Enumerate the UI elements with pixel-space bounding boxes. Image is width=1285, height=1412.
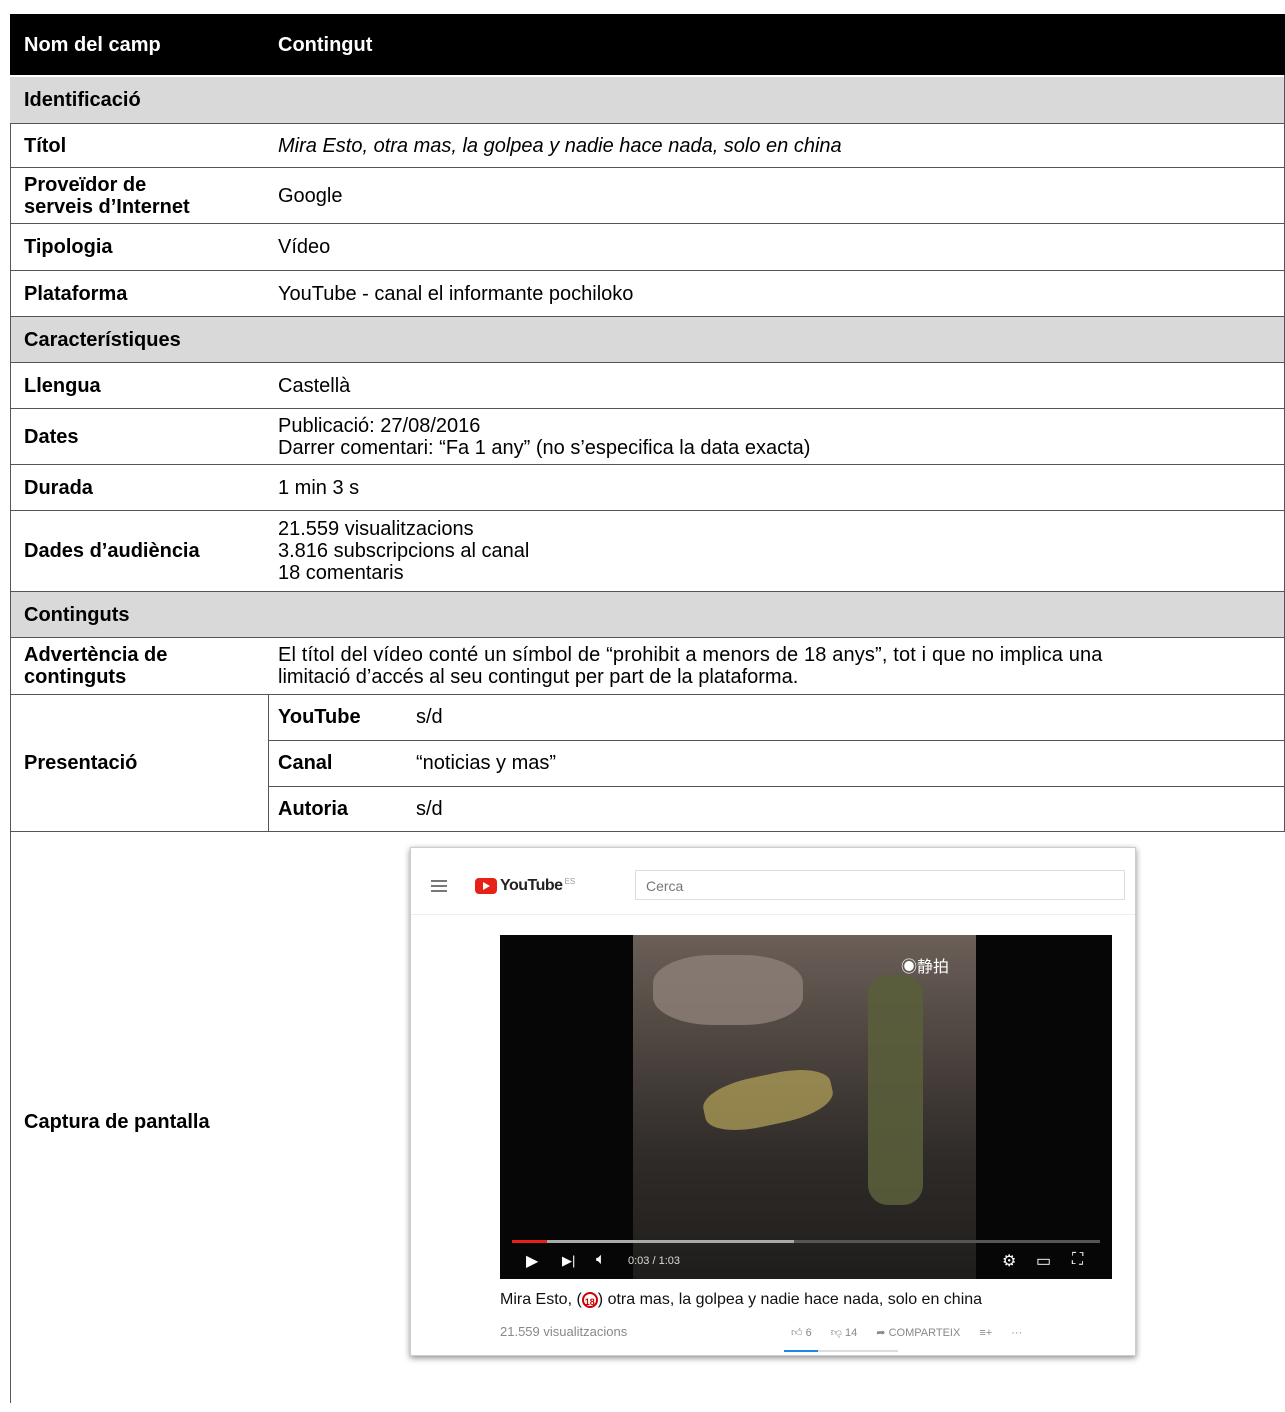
- like-ratio-bar: [784, 1350, 898, 1352]
- section-title: Característiques: [24, 328, 181, 351]
- presentacio-sub-youtube: YouTube s/d: [10, 695, 1285, 740]
- section-caracteristiques: Característiques: [10, 317, 1285, 362]
- video-player[interactable]: ◉静拍 ▶ ▶| 🔈︎ 0:03 / 1:03 ⚙ ▭ ⛶: [500, 935, 1112, 1279]
- field-label: Advertència de continguts: [10, 638, 268, 694]
- play-icon[interactable]: ▶: [526, 1251, 538, 1271]
- view-count: 21.559 visualitzacions: [500, 1324, 628, 1339]
- field-value: 1 min 3 s: [278, 476, 360, 499]
- row-plataforma: Plataforma YouTube - canal el informante…: [10, 271, 1285, 316]
- field-label: Dates: [24, 425, 79, 448]
- field-label-line: serveis d’Internet: [24, 195, 190, 218]
- sub-value: “noticias y mas”: [416, 752, 557, 774]
- logo-text: YouTube: [500, 877, 563, 894]
- table-header: Nom del camp Contingut: [10, 14, 1285, 75]
- time-display: 0:03 / 1:03: [628, 1255, 680, 1267]
- search-input[interactable]: Cerca: [635, 870, 1125, 900]
- age-restriction-icon: 18: [581, 1291, 598, 1308]
- sub-key: Autoria: [278, 797, 348, 820]
- section-identificacio: Identificació: [10, 77, 1285, 123]
- next-icon[interactable]: ▶|: [562, 1253, 575, 1269]
- section-title: Identificació: [24, 89, 141, 111]
- video-actions: 👍︎ 6 👎︎ 14 ➦ COMPARTEIX ≡+ ···: [791, 1326, 1038, 1339]
- video-title-start: Mira Esto, (: [500, 1291, 582, 1308]
- field-value-line: limitació d’accés al seu contingut per p…: [278, 666, 799, 688]
- sub-key: Canal: [278, 752, 333, 774]
- field-label: Plataforma: [24, 282, 128, 305]
- thumbs-down-icon[interactable]: 👎︎ 14: [831, 1327, 857, 1339]
- logo-region: ES: [564, 877, 576, 886]
- field-value: 21.559 visualitzacions 3.816 subscripcio…: [268, 511, 1285, 591]
- field-value-line: 21.559 visualitzacions: [278, 518, 474, 540]
- sub-value: s/d: [416, 797, 443, 820]
- progress-played: [512, 1240, 548, 1243]
- like-count: 6: [805, 1327, 812, 1339]
- field-value-line: Publicació: 27/08/2016: [278, 414, 481, 437]
- field-value: El títol del vídeo conté un símbol de “p…: [268, 638, 1285, 694]
- section-title: Continguts: [24, 603, 130, 626]
- youtube-header: YouTube ES Cerca: [411, 848, 1135, 915]
- menu-icon[interactable]: [431, 880, 447, 892]
- field-label: Títol: [24, 134, 67, 157]
- section-continguts: Continguts: [10, 592, 1285, 637]
- field-value: Publicació: 27/08/2016 Darrer comentari:…: [268, 409, 1285, 464]
- sub-value: s/d: [416, 706, 443, 728]
- field-label-line: Proveïdor de: [24, 173, 147, 196]
- row-dates: Dates Publicació: 27/08/2016 Darrer come…: [10, 409, 1285, 464]
- row-advertencia: Advertència de continguts El títol del v…: [10, 638, 1285, 694]
- video-title: Mira Esto, (18) otra mas, la golpea y na…: [500, 1291, 982, 1309]
- field-value-line: 18 comentaris: [278, 562, 404, 584]
- row-titol: Títol Mira Esto, otra mas, la golpea y n…: [10, 124, 1285, 167]
- field-value: Castellà: [278, 374, 351, 397]
- field-label: Durada: [24, 476, 93, 499]
- header-col-content: Contingut: [278, 33, 373, 56]
- add-to-playlist-icon[interactable]: ≡+: [979, 1327, 992, 1339]
- sub-key: YouTube: [278, 706, 361, 728]
- header-col-field: Nom del camp: [24, 33, 161, 56]
- row-llengua: Llengua Castellà: [10, 363, 1285, 408]
- field-label: Tipologia: [24, 236, 113, 258]
- field-value: Vídeo: [278, 236, 331, 258]
- column-divider: [268, 695, 269, 831]
- table-border-left: [10, 123, 11, 1403]
- field-value-line: El títol del vídeo conté un símbol de “p…: [278, 644, 1103, 666]
- fullscreen-icon[interactable]: ⛶: [1072, 1251, 1083, 1269]
- video-watermark: ◉静拍: [901, 959, 950, 976]
- progress-buffered: [512, 1240, 795, 1243]
- presentacio-sub-canal: Canal “noticias y mas”: [10, 741, 1285, 786]
- theater-icon[interactable]: ▭: [1036, 1251, 1051, 1271]
- field-label: Llengua: [24, 374, 101, 397]
- video-frame: ◉静拍: [633, 935, 976, 1279]
- settings-icon[interactable]: ⚙: [1002, 1251, 1016, 1271]
- share-icon[interactable]: ➦ COMPARTEIX: [876, 1327, 960, 1339]
- volume-icon[interactable]: 🔈︎: [596, 1251, 606, 1269]
- field-label: Proveïdor de serveis d’Internet: [10, 168, 268, 223]
- field-value-line: 3.816 subscripcions al canal: [278, 540, 530, 562]
- field-label-line: continguts: [24, 666, 127, 688]
- row-tipologia: Tipologia Vídeo: [10, 224, 1285, 270]
- presentacio-sub-autoria: Autoria s/d: [10, 787, 1285, 831]
- youtube-play-logo-icon: [475, 878, 497, 894]
- player-controls: ▶ ▶| 🔈︎ 0:03 / 1:03 ⚙ ▭ ⛶: [500, 1249, 1112, 1277]
- more-icon[interactable]: ···: [1011, 1327, 1022, 1339]
- youtube-logo[interactable]: YouTube ES: [475, 877, 575, 895]
- field-value: YouTube - canal el informante pochiloko: [278, 282, 634, 305]
- field-value: Google: [278, 184, 343, 207]
- row-audiencia: Dades d’audiència 21.559 visualitzacions…: [10, 511, 1285, 591]
- field-label-line: Advertència de: [24, 644, 168, 666]
- field-label: Captura de pantalla: [24, 1111, 210, 1133]
- field-value-line: Darrer comentari: “Fa 1 any” (no s’espec…: [278, 436, 811, 459]
- row-proveidor: Proveïdor de serveis d’Internet Google: [10, 168, 1285, 223]
- row-durada: Durada 1 min 3 s: [10, 465, 1285, 510]
- progress-bar[interactable]: [512, 1240, 1100, 1243]
- field-label: Dades d’audiència: [24, 540, 200, 562]
- share-label: COMPARTEIX: [888, 1327, 961, 1339]
- youtube-screenshot: YouTube ES Cerca ◉静拍 ▶ ▶| 🔈︎ 0:03 / 1:03…: [410, 847, 1136, 1356]
- thumbs-up-icon[interactable]: 👍︎ 6: [791, 1327, 812, 1339]
- field-value: Mira Esto, otra mas, la golpea y nadie h…: [278, 134, 842, 157]
- video-title-end: ) otra mas, la golpea y nadie hace nada,…: [597, 1291, 983, 1308]
- dislike-count: 14: [844, 1327, 858, 1339]
